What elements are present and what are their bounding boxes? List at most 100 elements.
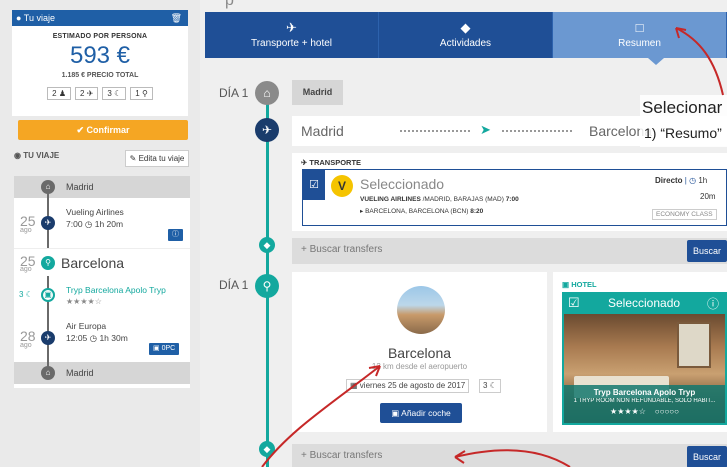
globe-icon: ◉ xyxy=(14,151,21,160)
transfer-row: + Buscar transfers Buscar xyxy=(292,444,727,467)
route-dotted-line xyxy=(502,130,572,132)
search-transfers-button[interactable]: Buscar xyxy=(687,240,727,262)
destination-card: Barcelona 12 km desde el aeropuerto ▦ vi… xyxy=(292,272,547,432)
sidebar-hotel-link[interactable]: Tryp Barcelona Apolo Tryp ★★★★☆ xyxy=(66,284,166,308)
home-icon: ⌂ xyxy=(255,81,279,105)
nights-indicator: 3 ☾ xyxy=(19,290,33,299)
hotel-icon: ▣ xyxy=(41,288,55,302)
return-flight: Air Europa 12:05 ◷ 1h 30m xyxy=(66,321,128,343)
hotel-section-label: ▣ HOTEL xyxy=(562,280,597,289)
hotel-selected-bar[interactable]: ☑ Seleccionado ⓘ xyxy=(562,292,727,314)
home-icon: ⌂ xyxy=(41,180,55,194)
trip-sidebar: ● Tu viaje 🗑 ESTIMADO POR PERSONA 593 € … xyxy=(0,0,200,467)
destination-city-name: Barcelona xyxy=(387,345,452,361)
plane-icon: ➤ xyxy=(480,122,491,137)
plane-icon: ✈ xyxy=(301,158,308,167)
moon-icon: ☾ xyxy=(489,381,497,390)
adults-count: 2 ♟ xyxy=(47,87,72,100)
transport-section-label: ✈ TRANSPORTE xyxy=(301,158,362,167)
map-pin-icon: ● xyxy=(16,13,22,23)
airport-distance: 12 km desde el aeropuerto xyxy=(371,362,468,371)
checkbox-checked-icon[interactable]: ☑ xyxy=(568,295,580,311)
tab-transport-hotel[interactable]: ✈ Transporte + hotel xyxy=(205,12,379,58)
add-car-button[interactable]: ▣ Añadir coche xyxy=(380,403,462,423)
calendar-icon: ▦ xyxy=(350,381,358,390)
info-icon[interactable]: ⓘ xyxy=(707,295,719,312)
flights-count: 2 ✈ xyxy=(75,87,99,100)
confirm-button[interactable]: ✔ Confirmar xyxy=(18,120,188,140)
route-dotted-line xyxy=(400,130,470,132)
plane-hotel-icon: ✈ xyxy=(286,20,297,35)
transfer-row: + Buscar transfers Buscar xyxy=(292,238,727,264)
flight-info-badge[interactable]: ⓘ xyxy=(168,229,183,241)
search-transfers-label[interactable]: + Buscar transfers xyxy=(301,450,382,461)
plane-icon: ✈ xyxy=(255,118,279,142)
search-transfers-button[interactable]: Buscar xyxy=(687,446,727,467)
nights-count: 3 ☾ xyxy=(102,87,127,100)
hotel-rating-row: ★★★★☆ ○○○○○ xyxy=(564,407,725,416)
check-icon: ✔ xyxy=(76,125,84,135)
hotel-stars: ★★★★☆ xyxy=(66,297,102,306)
nights-pill: 3 ☾ xyxy=(479,379,501,393)
day-label: DÍA 1 xyxy=(219,278,249,292)
active-tab-indicator xyxy=(648,58,664,65)
tab-summary[interactable]: □ Resumen xyxy=(553,12,727,58)
flight-selected-label: Seleccionado xyxy=(360,176,445,192)
pencil-icon: ✎ xyxy=(129,154,137,163)
flight-departure: VUELING AIRLINES /MADRID, BARAJAS (MAD) … xyxy=(360,196,519,203)
trip-header-label: Tu viaje xyxy=(23,13,55,23)
passenger-summary: 2 ♟ 2 ✈ 3 ☾ 1 ⚲ xyxy=(12,87,188,100)
day-label: DÍA 1 xyxy=(219,86,249,100)
city-month: ago xyxy=(20,266,32,273)
flight-arrival: ▸ BARCELONA, BARCELONA (BCN) 8:20 xyxy=(360,208,484,215)
car-icon: ◆ xyxy=(259,237,275,253)
suitcase-icon: ▣ xyxy=(153,345,160,352)
outbound-flight: Vueling Airlines 7:00 ◷ 1h 20m xyxy=(66,207,124,229)
flight-duration-minutes: 20m xyxy=(700,192,716,201)
price-summary-card: ESTIMADO POR PERSONA 593 € 1.185 € PRECI… xyxy=(12,26,188,116)
return-month: ago xyxy=(20,342,32,349)
car-icon: ▣ xyxy=(391,408,400,418)
car-icon: ◆ xyxy=(259,441,275,457)
clock-icon: ◷ xyxy=(89,333,98,343)
route-origin: Madrid xyxy=(301,123,344,139)
vueling-logo: V xyxy=(331,175,353,197)
home-icon: ⌂ xyxy=(41,366,55,380)
hotel-icon: ▣ xyxy=(562,280,570,289)
trip-header-bar[interactable]: ● Tu viaje 🗑 xyxy=(12,10,188,26)
trip-section-label: ◉ TU VIAJE xyxy=(14,151,60,160)
outbound-month: ago xyxy=(20,227,32,234)
edit-trip-button[interactable]: ✎ Edita tu viaje xyxy=(125,150,189,167)
estimate-label: ESTIMADO POR PERSONA xyxy=(52,33,148,40)
moon-icon: ☾ xyxy=(114,89,122,98)
person-icon: ♟ xyxy=(58,89,67,98)
class-badge: ECONOMY CLASS xyxy=(652,209,717,220)
clock-icon: ◷ xyxy=(84,219,93,229)
hotel-details-overlay: Tryp Barcelona Apolo Tryp 1 TRYP ROOM NO… xyxy=(564,385,725,423)
trash-icon[interactable]: 🗑 xyxy=(171,10,182,26)
price-per-person: 593 € xyxy=(69,42,131,69)
annotation-line-1: Selecionar xyxy=(642,98,723,117)
hotel-photo[interactable]: Tryp Barcelona Apolo Tryp 1 TRYP ROOM NO… xyxy=(562,314,727,425)
origin-city-tag: Madrid xyxy=(292,80,343,105)
search-transfers-label[interactable]: + Buscar transfers xyxy=(301,244,382,255)
itinerary-end-city: Madrid xyxy=(66,368,94,378)
hotel-selected-label: Seleccionado xyxy=(608,296,681,310)
annotation-line-2: 1) “Resumo” xyxy=(644,125,722,141)
tab-activities[interactable]: ◆ Actividades xyxy=(379,12,553,58)
destinations-count: 1 ⚲ xyxy=(130,87,153,100)
baggage-badge[interactable]: ▣ 0PC xyxy=(149,343,180,355)
location-pin-icon: ⚲ xyxy=(41,256,55,270)
itinerary-city-name: Barcelona xyxy=(61,255,125,271)
flight-direct-info: Directo | ◷ 1h xyxy=(655,176,708,185)
document-icon: □ xyxy=(635,20,644,35)
tripadvisor-rating: ○○○○○ xyxy=(654,407,679,416)
checkbox-checked-icon[interactable]: ☑ xyxy=(303,170,325,200)
plane-icon: ✈ xyxy=(41,216,55,230)
itinerary-start-city: Madrid xyxy=(66,182,94,192)
moon-icon: ☾ xyxy=(25,290,33,299)
total-price: 1.185 € PRECIO TOTAL xyxy=(61,72,139,79)
location-pin-icon: ⚲ xyxy=(255,274,279,298)
arrival-date: ▦ viernes 25 de agosto de 2017 xyxy=(346,379,470,393)
itinerary-line xyxy=(47,184,49,374)
